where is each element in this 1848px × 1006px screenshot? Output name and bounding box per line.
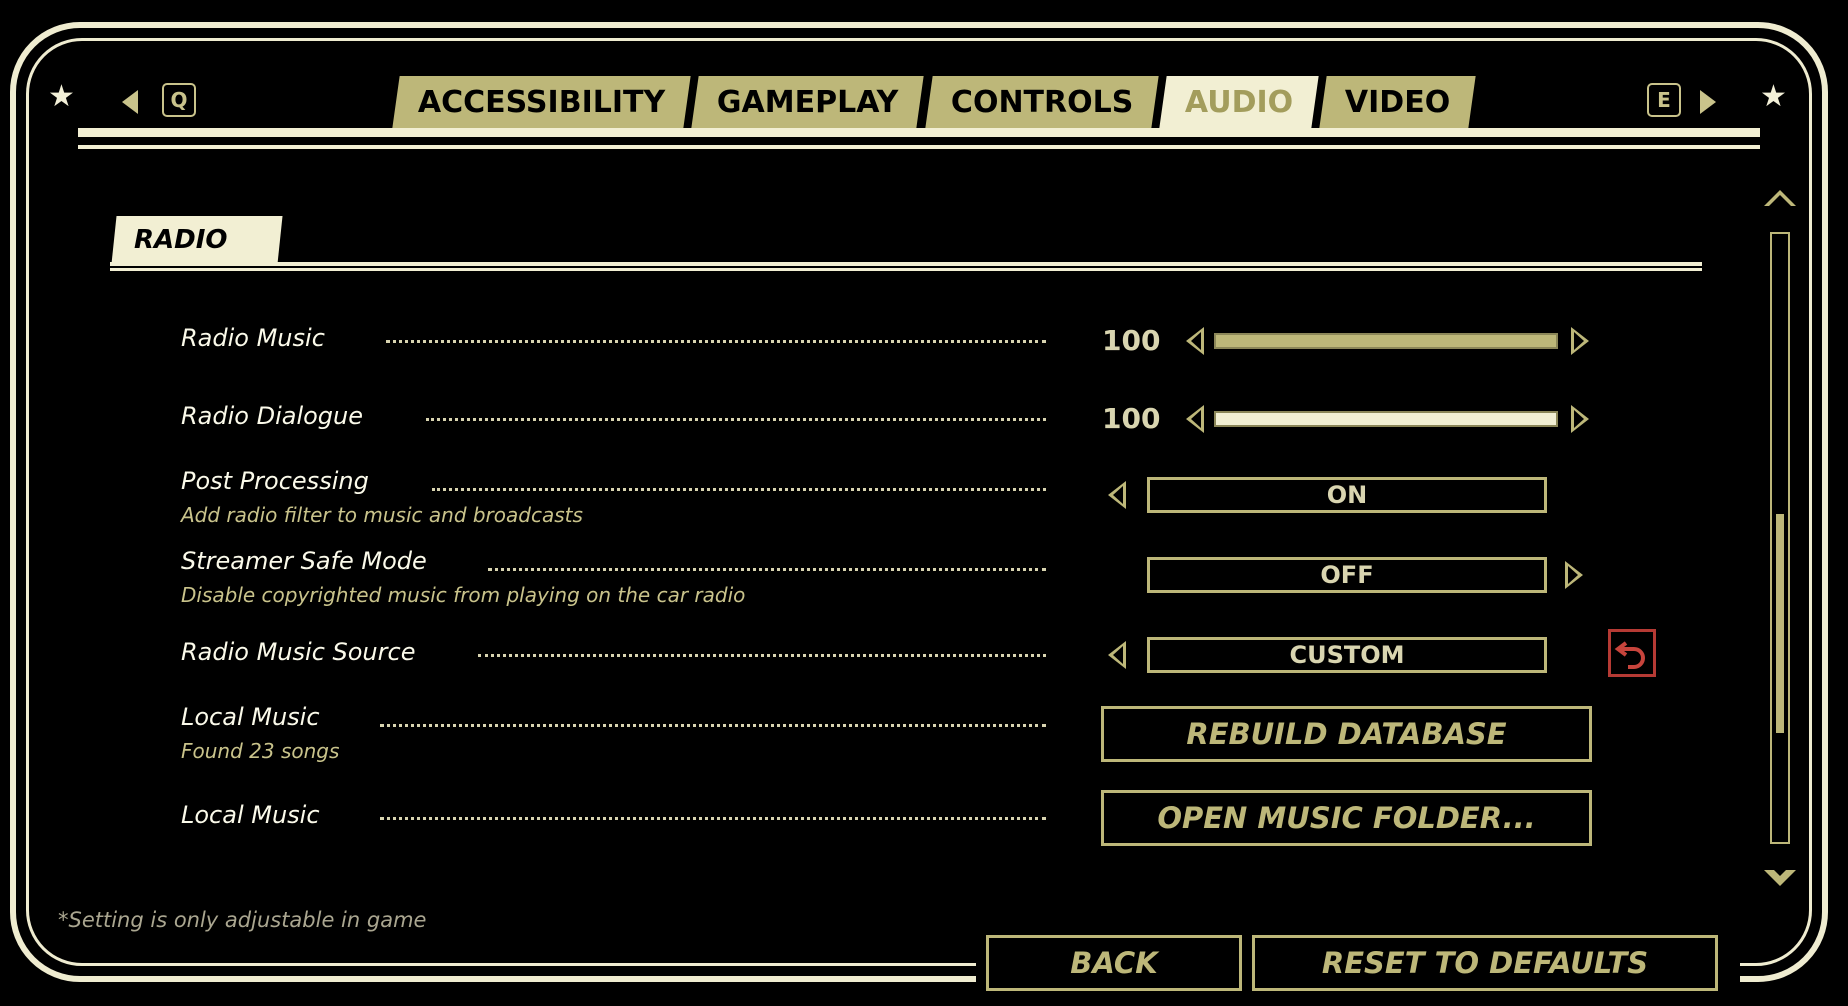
open-music-folder-button[interactable]: OPEN MUSIC FOLDER... [1101,790,1592,846]
radio-music-source-prev-icon[interactable] [1108,641,1126,669]
radio-music-value: 100 [1102,324,1161,357]
leader-dots [488,568,1046,571]
reset-to-defaults-button[interactable]: RESET TO DEFAULTS [1252,935,1718,991]
section-divider-thin [110,268,1702,271]
streamer-safe-mode-description: Disable copyrighted music from playing o… [181,583,746,607]
leader-dots [478,654,1046,657]
rebuild-database-button[interactable]: REBUILD DATABASE [1101,706,1592,762]
prev-tab-arrow-icon[interactable] [122,90,138,114]
next-tab-arrow-icon[interactable] [1700,90,1716,114]
leader-dots [432,488,1046,491]
leader-dots [380,724,1046,727]
radio-music-slider[interactable] [1214,333,1558,349]
radio-music-slider-fill [1216,335,1556,347]
header-divider-thin [78,145,1760,149]
radio-dialogue-decrease-icon[interactable] [1186,405,1204,433]
prev-tab-key[interactable]: Q [162,83,196,117]
radio-music-source-label: Radio Music Source [181,638,416,666]
tab-bar: ACCESSIBILITY GAMEPLAY CONTROLS AUDIO VI… [392,76,1477,128]
tab-gameplay[interactable]: GAMEPLAY [691,76,925,128]
section-divider [110,262,1702,266]
star-left-icon: ★ [48,79,75,114]
radio-dialogue-value: 100 [1102,402,1161,435]
header-divider [78,128,1760,137]
radio-dialogue-slider[interactable] [1214,411,1558,427]
tab-video[interactable]: VIDEO [1319,76,1477,128]
tab-controls[interactable]: CONTROLS [924,76,1159,128]
scroll-up-arrow-icon[interactable] [1764,190,1796,206]
scrollbar-thumb[interactable] [1776,513,1784,733]
section-title: RADIO [111,216,283,264]
streamer-safe-mode-label: Streamer Safe Mode [181,547,427,575]
back-button[interactable]: BACK [986,935,1242,991]
star-right-icon: ★ [1760,79,1787,114]
radio-dialogue-label: Radio Dialogue [181,402,364,430]
local-music-label: Local Music [181,703,320,731]
streamer-safe-mode-value[interactable]: OFF [1147,557,1547,593]
tab-accessibility[interactable]: ACCESSIBILITY [392,76,691,128]
local-music-description: Found 23 songs [181,739,340,763]
streamer-safe-mode-next-icon[interactable] [1565,561,1583,589]
radio-music-increase-icon[interactable] [1571,327,1589,355]
post-processing-value[interactable]: ON [1147,477,1547,513]
leader-dots [426,418,1046,421]
reset-setting-icon[interactable] [1608,629,1656,677]
radio-music-source-value[interactable]: CUSTOM [1147,637,1547,673]
radio-music-decrease-icon[interactable] [1186,327,1204,355]
post-processing-prev-icon[interactable] [1108,481,1126,509]
radio-dialogue-increase-icon[interactable] [1571,405,1589,433]
post-processing-description: Add radio filter to music and broadcasts [181,503,583,527]
post-processing-label: Post Processing [181,467,369,495]
footnote: *Setting is only adjustable in game [58,908,427,932]
scroll-down-arrow-icon[interactable] [1764,865,1796,886]
leader-dots [386,340,1046,343]
local-music-folder-label: Local Music [181,801,320,829]
next-tab-key[interactable]: E [1647,83,1681,117]
radio-music-label: Radio Music [181,324,325,352]
leader-dots [380,817,1046,820]
scrollbar-track[interactable] [1770,232,1790,844]
tab-audio[interactable]: AUDIO [1159,76,1319,128]
radio-dialogue-slider-fill [1216,413,1556,425]
